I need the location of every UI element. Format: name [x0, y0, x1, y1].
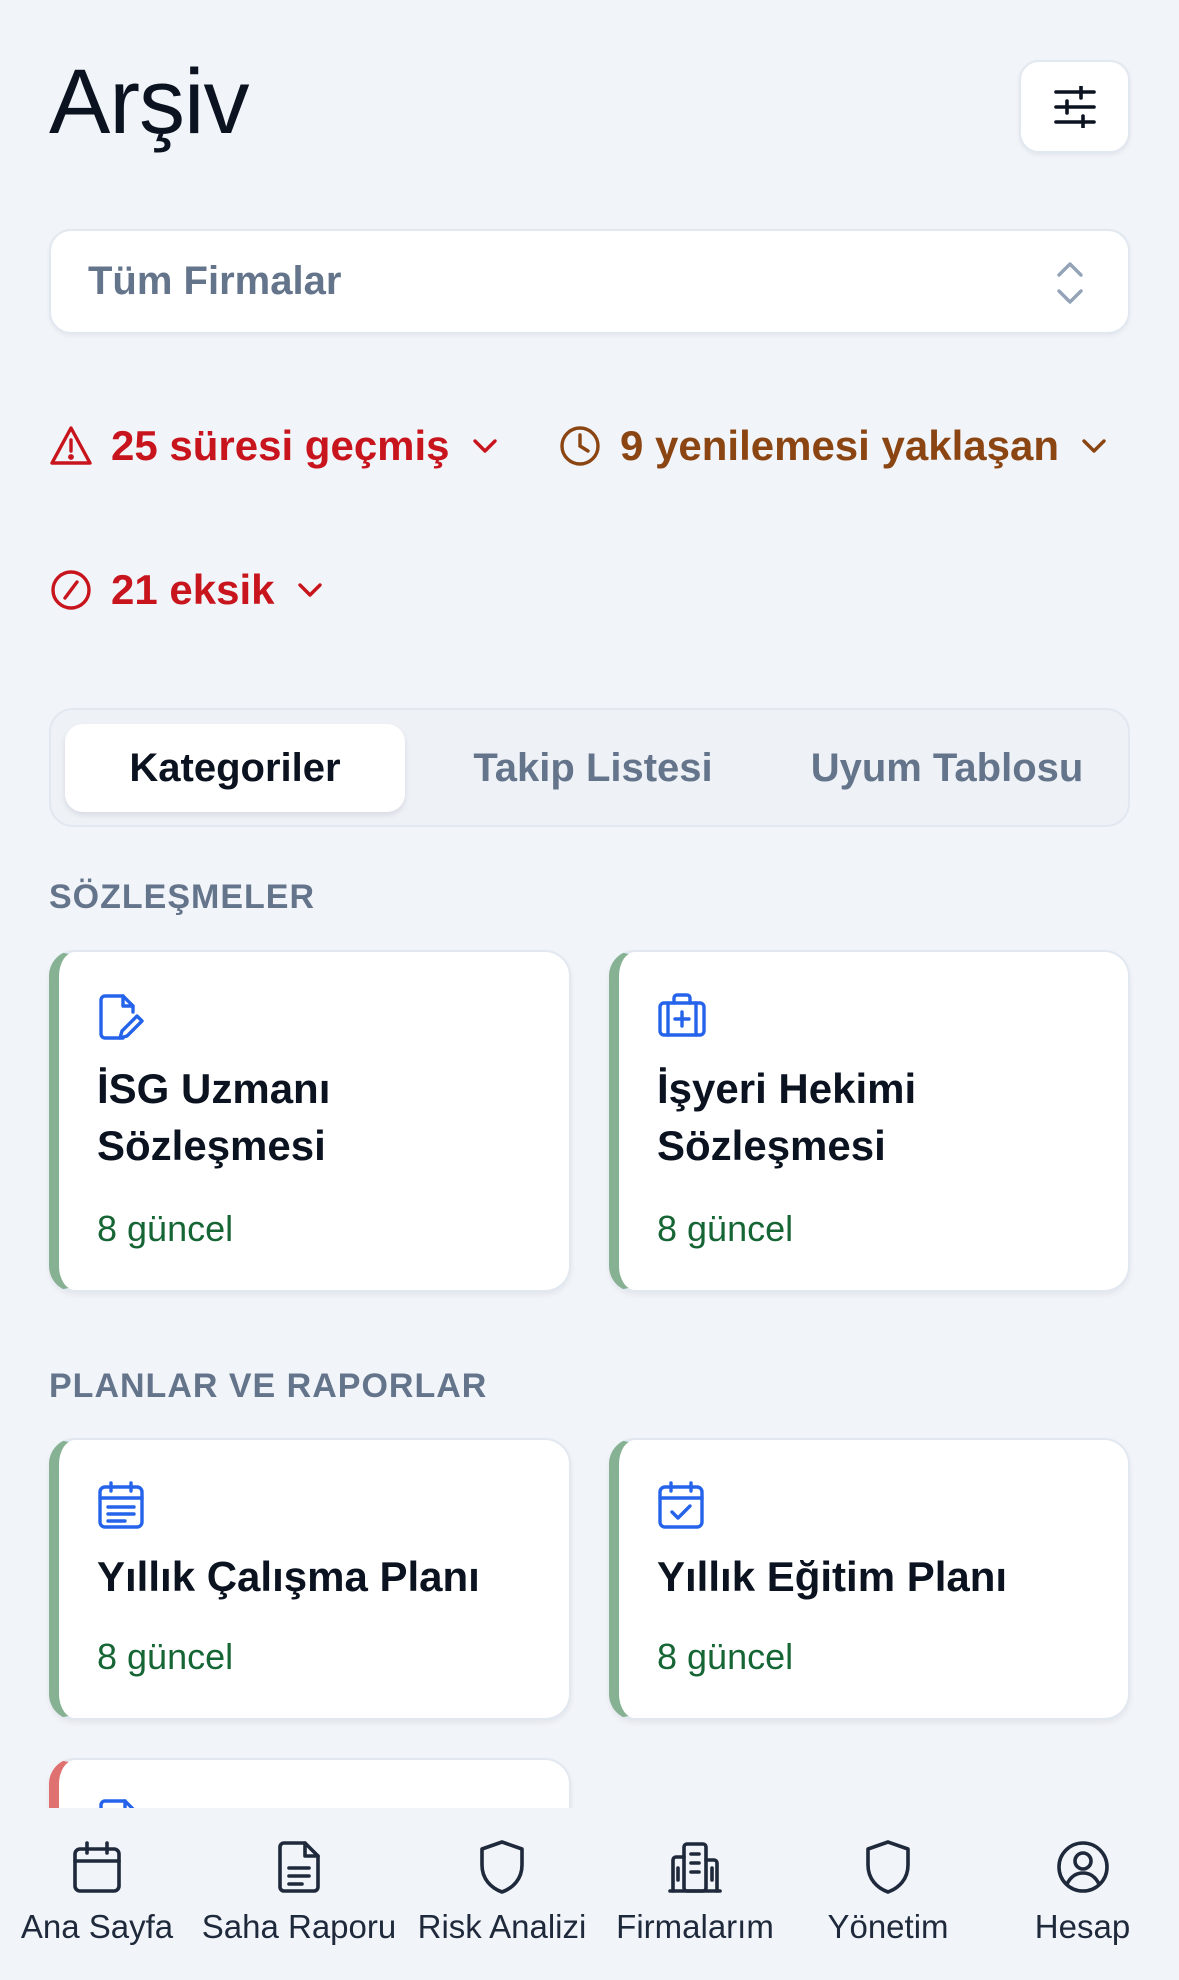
expired-alert[interactable]: 25 süresi geçmiş	[49, 422, 498, 470]
tab-takip-listesi[interactable]: Takip Listesi	[423, 724, 763, 812]
chevron-down-icon	[472, 439, 497, 453]
card-status: 8 güncel	[97, 1208, 234, 1249]
card-title: Yıllık Eğitim Planı	[657, 1553, 1008, 1600]
card-status: 8 güncel	[657, 1636, 794, 1677]
card-title: Yıllık Çalışma Planı	[97, 1553, 480, 1600]
medical-kit-icon	[658, 993, 706, 1037]
calendar-check-icon	[658, 1481, 704, 1529]
renewal-alert-label: 9 yenilemesi yaklaşan	[620, 422, 1059, 469]
page-title: Arşiv	[49, 51, 249, 153]
building-icon	[668, 1842, 722, 1893]
nav-item-yonetim[interactable]: Yönetim	[790, 1808, 986, 1980]
nav-label: Saha Raporu	[201, 1908, 397, 1945]
category-card-yillik-egitim-plani[interactable]: Yıllık Eğitim Planı 8 güncel	[609, 1438, 1130, 1720]
chevron-up-down-icon	[1057, 262, 1083, 304]
card-status: 8 güncel	[657, 1208, 794, 1249]
segmented-tabs: Kategoriler Takip Listesi Uyum Tablosu	[49, 708, 1130, 827]
nav-label: Yönetim	[827, 1908, 949, 1945]
clock-icon	[560, 426, 600, 466]
nav-label: Firmalarım	[616, 1908, 774, 1945]
file-edit-icon	[99, 994, 144, 1040]
nav-item-firmalarim[interactable]: Firmalarım	[600, 1808, 790, 1980]
firm-select-value: Tüm Firmalar	[88, 259, 342, 303]
chevron-down-icon	[297, 583, 322, 597]
missing-alert[interactable]: 21 eksik	[49, 566, 323, 614]
document-icon	[278, 1841, 320, 1893]
expired-alert-label: 25 süresi geçmiş	[111, 422, 450, 469]
nav-item-ana-sayfa[interactable]: Ana Sayfa	[0, 1808, 194, 1980]
tab-uyum-tablosu[interactable]: Uyum Tablosu	[777, 724, 1117, 812]
chevron-down-icon	[1082, 439, 1106, 453]
nav-item-risk-analizi[interactable]: Risk Analizi	[404, 1808, 600, 1980]
category-card-isg-uzmani[interactable]: İSG Uzmanı Sözleşmesi 8 güncel	[49, 950, 571, 1292]
calendar-icon	[73, 1841, 121, 1893]
filter-settings-button[interactable]	[1019, 60, 1130, 153]
missing-alert-label: 21 eksik	[111, 566, 275, 613]
firm-select[interactable]: Tüm Firmalar	[49, 229, 1130, 334]
user-circle-icon	[1056, 1841, 1109, 1893]
nav-item-saha-raporu[interactable]: Saha Raporu	[194, 1808, 404, 1980]
bottom-navigation: Ana Sayfa Saha Raporu Risk Analizi Firma…	[0, 1808, 1179, 1980]
ban-icon	[51, 570, 91, 610]
card-status: 8 güncel	[97, 1636, 234, 1677]
nav-item-hesap[interactable]: Hesap	[986, 1808, 1179, 1980]
shield-icon	[480, 1840, 524, 1894]
calendar-list-icon	[98, 1481, 144, 1529]
card-title: İSG Uzmanı Sözleşmesi	[97, 1065, 331, 1169]
card-title: İşyeri Hekimi Sözleşmesi	[657, 1065, 917, 1169]
section-label-planlar-ve-raporlar: PLANLAR VE RAPORLAR	[49, 1367, 488, 1405]
section-label-sozlesmeler: SÖZLEŞMELER	[49, 878, 316, 916]
nav-label: Ana Sayfa	[20, 1908, 174, 1945]
category-card-yillik-calisma-plani[interactable]: Yıllık Çalışma Planı 8 güncel	[49, 1438, 571, 1720]
category-card-isyeri-hekimi[interactable]: İşyeri Hekimi Sözleşmesi 8 güncel	[609, 950, 1130, 1292]
shield-icon	[866, 1840, 910, 1894]
nav-label: Hesap	[1034, 1908, 1131, 1945]
sliders-icon	[1053, 85, 1096, 128]
warning-triangle-icon	[50, 426, 92, 465]
renewal-alert[interactable]: 9 yenilemesi yaklaşan	[558, 422, 1107, 470]
tab-kategoriler[interactable]: Kategoriler	[65, 724, 405, 812]
nav-label: Risk Analizi	[417, 1908, 587, 1945]
